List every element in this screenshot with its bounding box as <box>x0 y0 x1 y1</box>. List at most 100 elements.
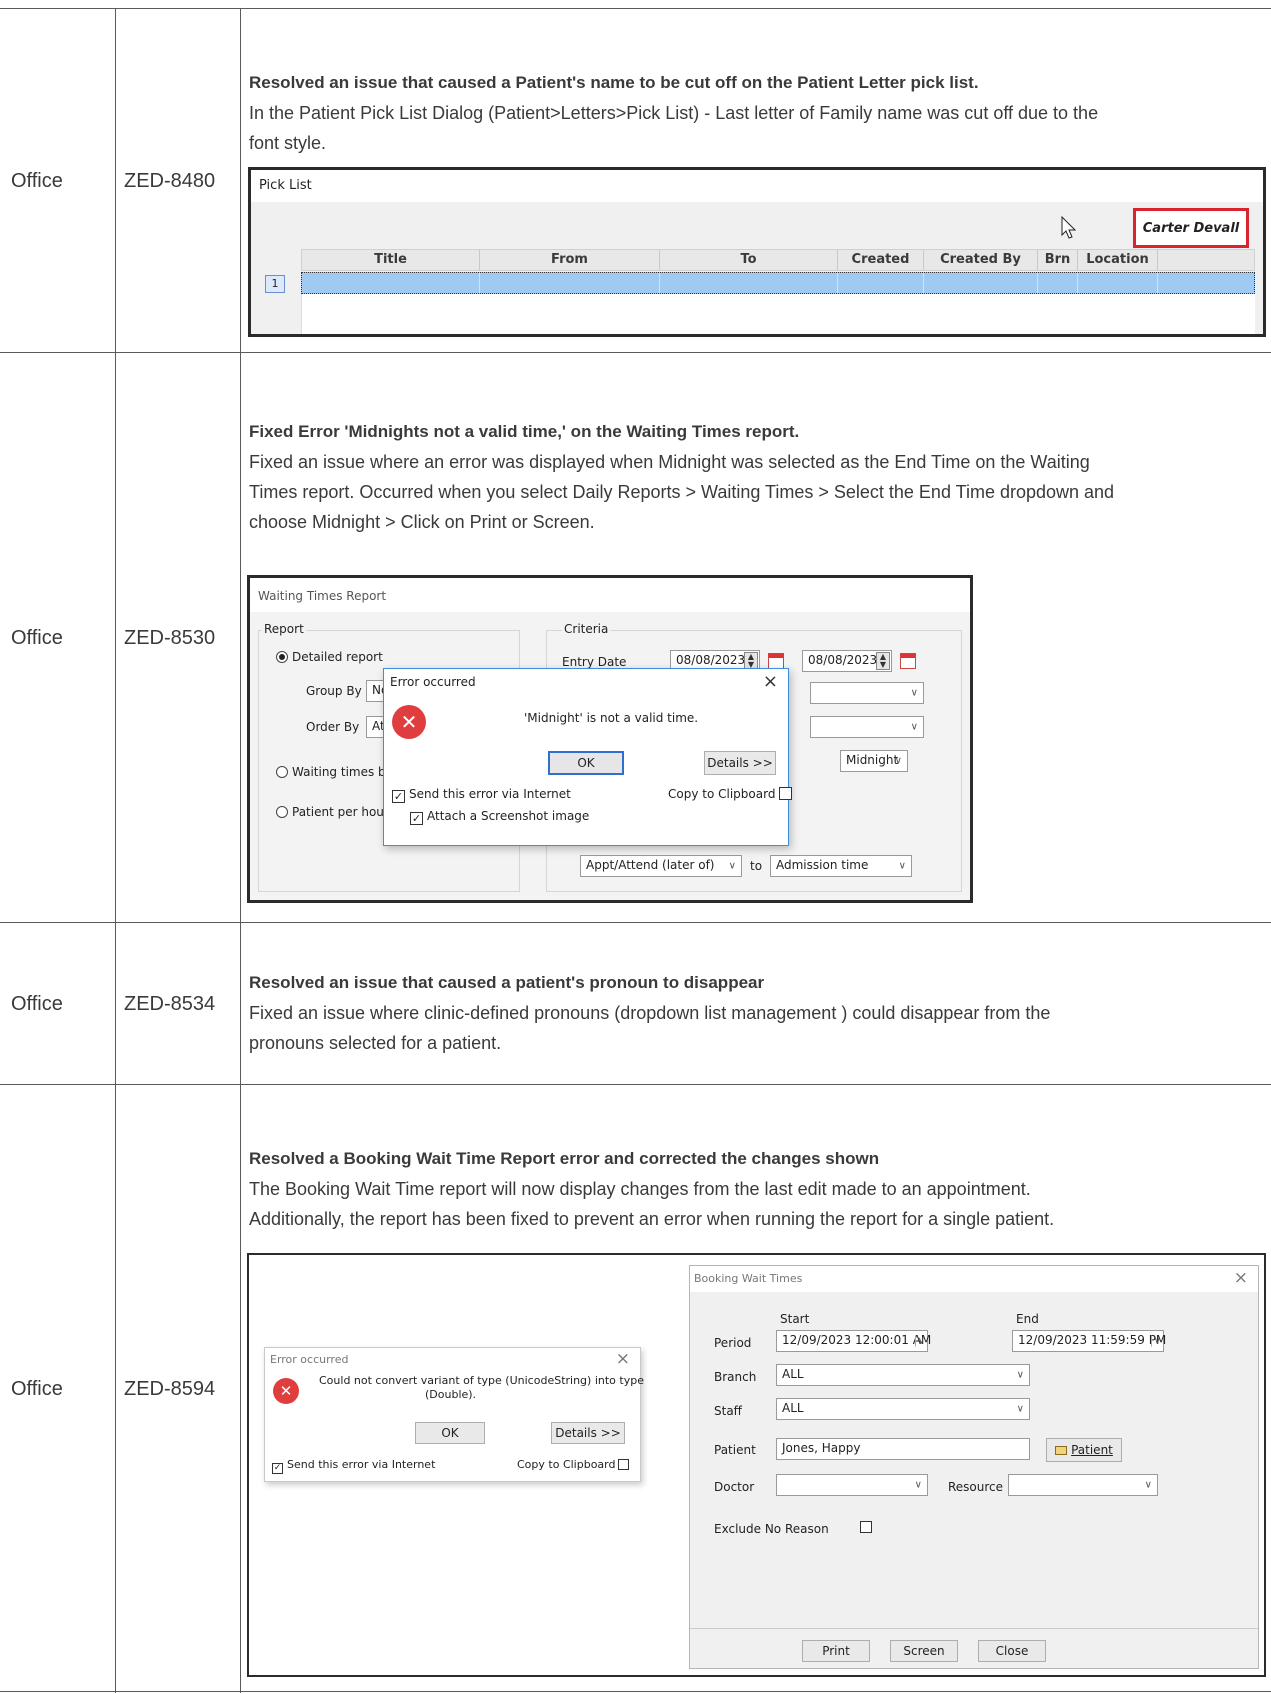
start-date-value: 12/09/2023 12:00:01 AM <box>782 1333 932 1347</box>
window-title: Waiting Times Report <box>258 589 387 603</box>
details-button[interactable]: Details >> <box>551 1422 625 1444</box>
error-icon: ✕ <box>273 1378 299 1404</box>
table-row: Office ZED-8480 Resolved an issue that c… <box>0 8 1271 353</box>
issue-id-cell: ZED-8530 <box>124 626 216 649</box>
issue-body-line: In the Patient Pick List Dialog (Patient… <box>249 103 1099 123</box>
resource-label: Resource <box>948 1480 1004 1494</box>
col-header: Created By <box>924 250 1038 270</box>
picklist-screenshot: Pick List Carter Devall 1 Title From To … <box>248 167 1266 337</box>
patient-name: Carter Devall <box>1142 220 1240 236</box>
patient-button-label: Patient <box>1071 1443 1113 1457</box>
copy-clipboard-checkbox[interactable]: Copy to Clipboard <box>517 1458 630 1471</box>
issue-body-line: font style. <box>249 133 327 153</box>
error-dialog-title: Error occurred <box>390 675 476 689</box>
date-to-spinner[interactable]: ▲ ▼ <box>876 652 890 670</box>
resource-select[interactable]: ∨ <box>1008 1474 1158 1496</box>
exclude-no-reason-label: Exclude No Reason <box>714 1522 829 1536</box>
branch-value: ALL <box>782 1367 804 1381</box>
branch-select[interactable]: ALL ∨ <box>776 1364 1030 1386</box>
col-header: Brn <box>1038 250 1078 270</box>
col-header: Created <box>838 250 924 270</box>
details-button[interactable]: Details >> <box>704 751 776 775</box>
patient-button[interactable]: Patient <box>1046 1438 1122 1462</box>
close-icon[interactable]: × <box>1234 1268 1248 1288</box>
close-icon[interactable]: × <box>763 671 778 692</box>
issue-body-line: Fixed an issue where an error was displa… <box>249 452 1090 472</box>
issue-body-line: Fixed an issue where clinic-defined pron… <box>249 1003 1051 1023</box>
attach-screenshot-label: Attach a Screenshot image <box>427 809 590 823</box>
criteria-select-2[interactable]: ∨ <box>810 716 924 738</box>
picklist-header: Title From To Created Created By Brn Loc… <box>301 249 1255 271</box>
issue-title: Resolved an issue that caused a patient'… <box>249 973 765 992</box>
criteria-select[interactable]: ∨ <box>810 682 924 704</box>
issue-id-cell: ZED-8480 <box>124 169 216 192</box>
start-label: Start <box>780 1312 810 1326</box>
module-cell: Office <box>11 169 63 192</box>
doctor-select[interactable]: ∨ <box>776 1474 928 1496</box>
error-dialog-title: Error occurred <box>270 1353 349 1366</box>
copy-clipboard-label: Copy to Clipboard <box>668 787 776 801</box>
appt-attend-select[interactable]: Appt/Attend (later of) ∨ <box>580 855 742 877</box>
patient-input[interactable]: Jones, Happy <box>776 1438 1030 1460</box>
issue-title: Resolved an issue that caused a Patient'… <box>249 73 979 92</box>
calendar-icon[interactable] <box>900 653 916 669</box>
period-label: Period <box>714 1336 752 1350</box>
end-date-value: 12/09/2023 11:59:59 PM <box>1018 1333 1167 1347</box>
report-group-label: Report <box>262 622 306 636</box>
issue-body-line: choose Midnight > Click on Print or Scre… <box>249 512 595 532</box>
close-icon[interactable]: × <box>616 1349 630 1369</box>
col-header: Title <box>302 250 480 270</box>
copy-clipboard-label: Copy to Clipboard <box>517 1458 616 1471</box>
error-dialog: Error occurred × ✕ 'Midnight' is not a v… <box>383 668 793 846</box>
send-error-label: Send this error via Internet <box>409 787 571 801</box>
ok-button[interactable]: OK <box>415 1422 485 1444</box>
issue-id-cell: ZED-8534 <box>124 992 216 1015</box>
send-error-checkbox[interactable]: ✓ Send this error via Internet <box>272 1458 435 1474</box>
criteria-group-label: Criteria <box>562 622 611 636</box>
attach-screenshot-checkbox[interactable]: ✓ Attach a Screenshot image <box>410 809 589 825</box>
issue-body-line: pronouns selected for a patient. <box>249 1033 502 1053</box>
to-label: to <box>750 859 763 873</box>
staff-label: Staff <box>714 1404 742 1418</box>
close-button[interactable]: Close <box>978 1640 1046 1662</box>
copy-clipboard-checkbox[interactable]: Copy to Clipboard <box>668 787 793 801</box>
error-icon: ✕ <box>392 705 426 739</box>
col-header: From <box>480 250 660 270</box>
error-message-2: (Double). <box>425 1388 477 1401</box>
staff-value: ALL <box>782 1401 804 1415</box>
col-header: To <box>660 250 838 270</box>
picklist-selected-row[interactable] <box>301 272 1255 294</box>
end-time-value: Midnight <box>846 753 899 767</box>
issue-id-cell: ZED-8594 <box>124 1377 216 1400</box>
order-by-label: Order By <box>306 720 360 734</box>
module-cell: Office <box>11 1377 63 1400</box>
issue-body-line: Additionally, the report has been fixed … <box>249 1209 1055 1229</box>
send-error-checkbox[interactable]: ✓ Send this error via Internet <box>392 787 571 803</box>
error-dialog: Error occurred × ✕ Could not convert var… <box>264 1347 644 1482</box>
error-message: Could not convert variant of type (Unico… <box>319 1374 644 1387</box>
issue-body-line: Times report. Occurred when you select D… <box>249 482 1115 502</box>
patient-per-hour-radio[interactable]: Patient per hour b <box>276 805 400 819</box>
staff-select[interactable]: ALL ∨ <box>776 1398 1030 1420</box>
issue-title: Fixed Error 'Midnights not a valid time,… <box>249 422 800 441</box>
branch-label: Branch <box>714 1370 757 1384</box>
issue-body-line: The Booking Wait Time report will now di… <box>249 1179 1031 1199</box>
detailed-report-radio[interactable]: Detailed report <box>276 650 383 664</box>
group-by-label: Group By <box>306 684 362 698</box>
row-number: 1 <box>265 275 285 293</box>
start-date-input[interactable]: 12/09/2023 12:00:01 AM ∨ <box>776 1330 932 1352</box>
description-cell: Resolved a Booking Wait Time Report erro… <box>241 1144 1271 1234</box>
print-button[interactable]: Print <box>802 1640 870 1662</box>
description-cell: Fixed Error 'Midnights not a valid time,… <box>241 417 1271 537</box>
end-date-input[interactable]: 12/09/2023 11:59:59 PM ∨ <box>1012 1330 1167 1352</box>
ok-button[interactable]: OK <box>548 751 624 775</box>
exclude-no-reason-checkbox[interactable] <box>860 1521 872 1533</box>
calendar-icon[interactable] <box>768 653 784 669</box>
table-row: Office ZED-8530 Fixed Error 'Midnights n… <box>0 352 1271 923</box>
issue-title: Resolved a Booking Wait Time Report erro… <box>249 1149 880 1168</box>
appt-attend-value: Appt/Attend (later of) <box>586 858 715 872</box>
end-time-select[interactable]: Midnight ∨ <box>840 750 908 772</box>
picklist-title: Pick List <box>259 178 312 193</box>
admission-select[interactable]: Admission time ∨ <box>770 855 912 877</box>
screen-button[interactable]: Screen <box>890 1640 958 1662</box>
